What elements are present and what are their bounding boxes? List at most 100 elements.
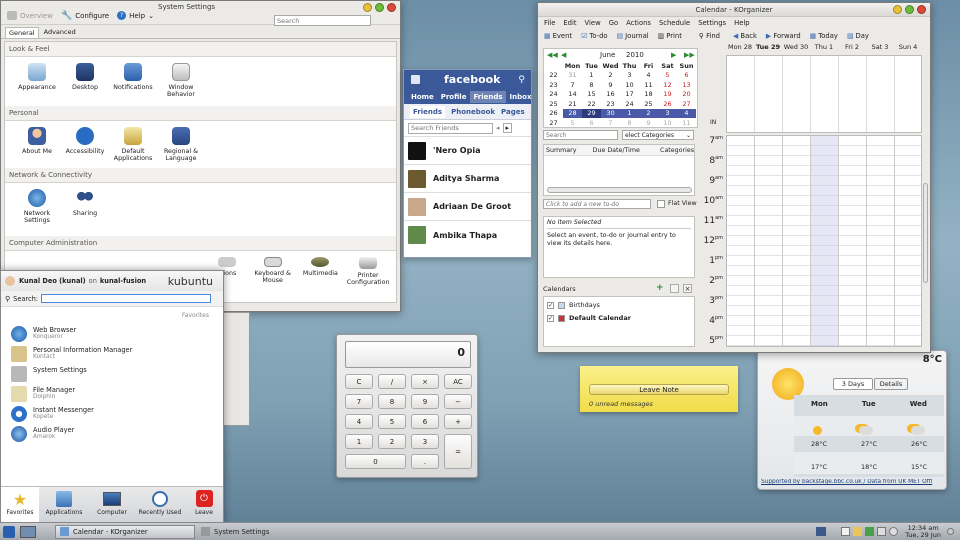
maximize-button[interactable] <box>375 3 384 12</box>
next-month-button[interactable]: ▶ <box>671 51 676 59</box>
calc-equals-button[interactable]: = <box>444 434 472 469</box>
day-header[interactable]: Thu 1 <box>810 43 838 54</box>
menu-actions[interactable]: Actions <box>626 19 651 27</box>
subnav-friends[interactable]: Friends <box>410 105 446 118</box>
prev-year-button[interactable]: ◀◀ <box>547 51 558 59</box>
network-settings-item[interactable]: Network Settings <box>13 189 61 224</box>
friend-row[interactable]: Aditya Sharma <box>404 165 531 193</box>
checkbox-checked[interactable]: ✓ <box>547 301 554 309</box>
clipboard-icon[interactable] <box>841 527 851 536</box>
col-summary[interactable]: Summary <box>544 147 593 154</box>
calc-divide-button[interactable]: / <box>378 374 406 389</box>
desktop-pager-icon[interactable] <box>20 525 36 538</box>
prev-month-button[interactable]: ◀ <box>561 51 566 59</box>
print-button[interactable]: ▥ Print <box>658 32 682 40</box>
calc-2-button[interactable]: 2 <box>378 434 406 449</box>
new-event-button[interactable]: ▦ Event <box>544 32 572 40</box>
settings-search-input[interactable] <box>274 15 371 26</box>
prev-page-button[interactable]: ◂ <box>496 124 500 132</box>
todo-search-input[interactable] <box>543 130 618 140</box>
configure-button[interactable]: 🔧 Configure <box>61 11 109 21</box>
calc-clear-button[interactable]: C <box>345 374 373 389</box>
edit-calendar-button[interactable] <box>670 284 679 293</box>
calc-4-button[interactable]: 4 <box>345 414 373 429</box>
close-button[interactable] <box>917 5 926 14</box>
day-header[interactable]: Wed 30 <box>782 43 810 54</box>
agenda-scrollbar[interactable] <box>923 183 928 283</box>
clock[interactable]: 12:34 am Tue, 29 Jun <box>905 524 941 539</box>
checkbox-checked[interactable]: ✓ <box>547 314 554 322</box>
network-icon[interactable] <box>816 527 827 536</box>
day-header[interactable]: Sun 4 <box>894 43 922 54</box>
subnav-pages[interactable]: Pages <box>501 108 525 116</box>
menu-help[interactable]: Help <box>734 19 750 27</box>
notifications-item[interactable]: Notifications <box>109 63 157 98</box>
menu-settings[interactable]: Settings <box>698 19 726 27</box>
friend-row[interactable]: Ambika Thapa <box>404 221 531 249</box>
multimedia-item[interactable]: Multimedia <box>297 257 345 286</box>
calc-minus-button[interactable]: − <box>444 394 472 409</box>
subnav-phonebook[interactable]: Phonebook <box>451 108 495 116</box>
task-system-settings[interactable]: System Settings <box>197 525 337 539</box>
favorite-audio-player[interactable]: Audio Player Amarok <box>1 423 223 443</box>
flat-view-checkbox[interactable] <box>657 200 665 208</box>
calc-7-button[interactable]: 7 <box>345 394 373 409</box>
calc-9-button[interactable]: 9 <box>411 394 439 409</box>
device-icon[interactable] <box>877 527 887 536</box>
korganizer-titlebar[interactable]: Calendar - KOrganizer <box>538 3 930 17</box>
kickoff-launcher-icon[interactable] <box>3 525 15 538</box>
next-page-button[interactable]: ▸ <box>502 123 513 133</box>
favorite-web-browser[interactable]: Web Browser Konqueror <box>1 323 223 343</box>
calc-multiply-button[interactable]: × <box>411 374 439 389</box>
leave-note-button[interactable]: Leave Note <box>589 384 729 395</box>
col-categories[interactable]: Categories <box>660 147 694 154</box>
category-select[interactable]: elect Categories ⌄ <box>622 130 694 140</box>
window-behavior-item[interactable]: Window Behavior <box>157 63 205 98</box>
calendar-item-birthdays[interactable]: ✓ Birthdays <box>544 297 694 311</box>
calc-decimal-button[interactable]: . <box>411 454 439 469</box>
friend-row[interactable]: 'Nero Opia <box>404 137 531 165</box>
agenda-grid[interactable] <box>726 135 922 347</box>
menu-edit[interactable]: Edit <box>563 19 576 27</box>
tab-applications[interactable]: Applications <box>39 487 89 524</box>
tab-advanced[interactable]: Advanced <box>41 27 79 38</box>
day-header-today[interactable]: Tue 29 <box>754 43 782 54</box>
tab-general[interactable]: General <box>5 27 39 38</box>
nav-home[interactable]: Home <box>408 91 437 103</box>
close-button[interactable] <box>387 3 396 12</box>
info-icon[interactable] <box>889 527 899 536</box>
day-header[interactable]: Fri 2 <box>838 43 866 54</box>
todo-scrollbar[interactable] <box>547 187 692 193</box>
favorite-pim[interactable]: Personal Information Manager Kontact <box>1 343 223 363</box>
task-korganizer[interactable]: Calendar - KOrganizer <box>55 524 195 539</box>
minimize-button[interactable] <box>363 3 372 12</box>
battery-icon[interactable] <box>865 527 875 536</box>
remove-calendar-button[interactable]: × <box>683 284 692 293</box>
add-calendar-button[interactable]: + <box>656 284 665 293</box>
menu-view[interactable]: View <box>585 19 601 27</box>
new-todo-button[interactable]: ☑ To-do <box>581 32 607 40</box>
calc-6-button[interactable]: 6 <box>411 414 439 429</box>
month-label[interactable]: June <box>600 51 615 59</box>
weather-credit-link[interactable]: Supported by backstage.bbc.co.uk / Data … <box>761 479 945 485</box>
calc-1-button[interactable]: 1 <box>345 434 373 449</box>
menu-schedule[interactable]: Schedule <box>659 19 690 27</box>
minimize-button[interactable] <box>893 5 902 14</box>
menu-file[interactable]: File <box>544 19 555 27</box>
calc-3-button[interactable]: 3 <box>411 434 439 449</box>
folder-icon[interactable] <box>853 527 863 536</box>
day-header[interactable]: Sat 3 <box>866 43 894 54</box>
forward-button[interactable]: ▶ Forward <box>766 32 801 40</box>
calc-plus-button[interactable]: + <box>444 414 472 429</box>
friend-row[interactable]: Adriaan De Groot <box>404 193 531 221</box>
sharing-item[interactable]: Sharing <box>61 189 109 224</box>
kickoff-search-input[interactable] <box>41 294 212 303</box>
col-due[interactable]: Due Date/Time <box>593 147 660 154</box>
back-button[interactable]: ◀ Back <box>733 32 757 40</box>
new-journal-button[interactable]: ▤ Journal <box>617 32 649 40</box>
menu-go[interactable]: Go <box>609 19 618 27</box>
weather-tab-3days[interactable]: 3 Days <box>833 378 873 390</box>
tab-leave[interactable]: ⏻ Leave <box>185 487 223 524</box>
accessibility-item[interactable]: Accessibility <box>61 127 109 162</box>
calc-5-button[interactable]: 5 <box>378 414 406 429</box>
